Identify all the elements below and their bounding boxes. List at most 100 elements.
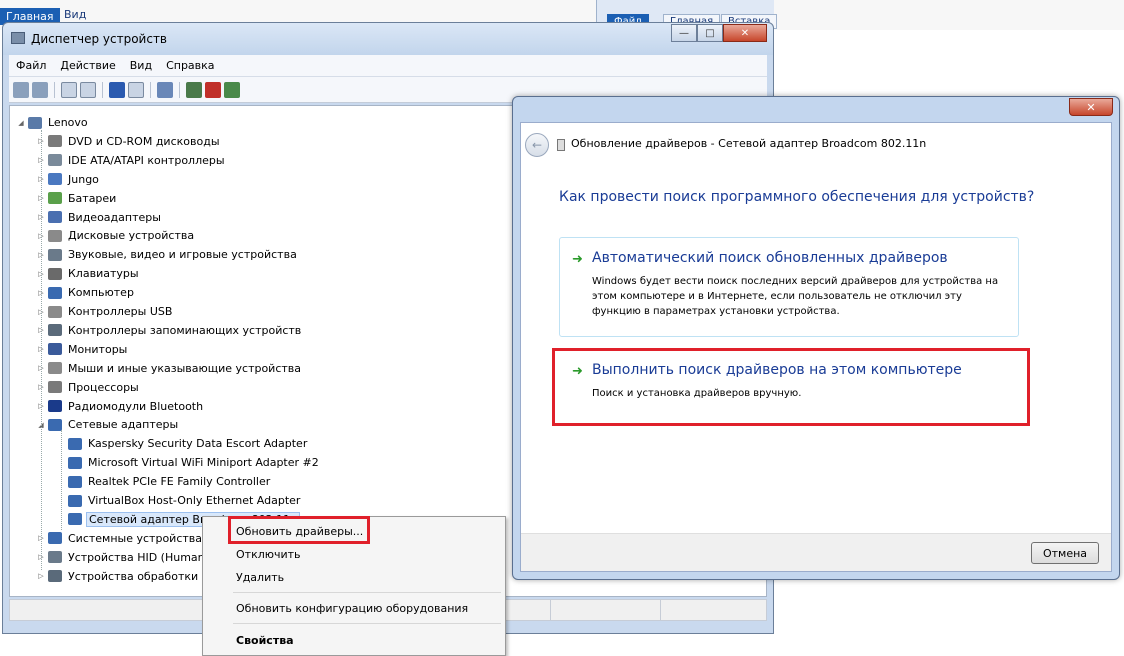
tree-item-label: Радиомодули Bluetooth <box>68 399 204 413</box>
menu-file[interactable]: Файл <box>9 59 53 72</box>
tree-item-label: Клавиатуры <box>68 267 139 281</box>
tree-category-item[interactable]: ▷ Устройства обработки из <box>36 567 217 586</box>
toolbar-separator <box>150 81 151 98</box>
tree-item-label: Jungo <box>68 172 99 186</box>
tree-category-item[interactable]: ▷ Мыши и иные указывающие устройства <box>36 359 303 378</box>
tree-category-item[interactable]: ▷ Компьютер <box>36 283 136 302</box>
maximize-button[interactable]: □ <box>697 24 723 42</box>
menu-separator <box>233 592 501 593</box>
properties-icon[interactable] <box>80 81 96 98</box>
device-category-icon <box>48 551 62 564</box>
tree-item-label: Сетевые адаптеры <box>68 418 179 432</box>
option-auto-title: Автоматический поиск обновленных драйвер… <box>592 250 948 266</box>
device-category-icon <box>48 229 62 242</box>
device-manager-titlebar[interactable]: Диспетчер устройств — □ ✕ <box>3 23 773 55</box>
device-category-icon <box>48 173 62 186</box>
tree-category-item[interactable]: ▷ Мониторы <box>36 340 129 359</box>
tree-root-computer[interactable]: ◢ Lenovo <box>16 113 90 132</box>
menu-help[interactable]: Справка <box>159 59 221 72</box>
minimize-button[interactable]: — <box>671 24 697 42</box>
dialog-body: ← Обновление драйверов - Сетевой адаптер… <box>520 122 1112 572</box>
device-category-icon <box>48 286 62 299</box>
menu-item-properties[interactable]: Свойства <box>206 629 502 651</box>
enable-icon[interactable] <box>224 81 240 98</box>
driver-update-dialog: ✕ ← Обновление драйверов - Сетевой адапт… <box>512 96 1120 580</box>
tree-category-item[interactable]: ▷ DVD и CD-ROM дисководы <box>36 132 222 151</box>
dialog-question: Как провести поиск программного обеспече… <box>559 189 1035 205</box>
menu-action[interactable]: Действие <box>53 59 122 72</box>
cancel-button[interactable]: Отмена <box>1031 542 1099 564</box>
forward-arrow-icon[interactable] <box>32 81 48 98</box>
tree-network-adapter-item[interactable]: Kaspersky Security Data Escort Adapter <box>56 434 309 453</box>
dialog-heading: Обновление драйверов - Сетевой адаптер B… <box>571 137 927 150</box>
device-category-icon <box>48 381 62 394</box>
close-button[interactable]: ✕ <box>723 24 767 42</box>
tree-item-label: Устройства HID (Human <box>68 550 205 564</box>
bg-tab-view[interactable]: Вид <box>64 8 86 21</box>
tree-category-item[interactable]: ▷ Дисковые устройства <box>36 226 196 245</box>
device-category-icon <box>48 248 62 261</box>
tree-item-label: VirtualBox Host-Only Ethernet Adapter <box>88 494 301 507</box>
device-category-icon <box>68 494 82 507</box>
tree-item-label: Компьютер <box>68 286 134 300</box>
device-category-icon <box>48 267 62 280</box>
tree-item-label: Мониторы <box>68 342 128 356</box>
device-icon <box>557 139 565 151</box>
tree-item-label: Microsoft Virtual WiFi Miniport Adapter … <box>88 456 319 470</box>
tree-category-item[interactable]: ▷ Процессоры <box>36 378 141 397</box>
help-icon[interactable] <box>109 81 125 98</box>
tree-category-item[interactable]: ▷ Системные устройства <box>36 529 204 548</box>
tree-item-label: Видеоадаптеры <box>68 210 161 224</box>
device-category-icon <box>48 343 62 356</box>
tree-category-item[interactable]: ▷ Батареи <box>36 189 118 208</box>
device-category-icon <box>28 116 42 129</box>
option-auto-desc: Windows будет вести поиск последних верс… <box>592 276 999 317</box>
device-category-icon <box>48 400 62 412</box>
tree-item-label: Дисковые устройства <box>68 229 195 243</box>
scan-hardware-icon[interactable] <box>157 81 173 98</box>
tree-network-adapter-item[interactable]: Realtek PCIe FE Family Controller <box>56 472 272 491</box>
status-cell <box>660 600 661 620</box>
menu-item-scan-hardware[interactable]: Обновить конфигурацию оборудования <box>206 597 502 619</box>
tree-item-label: Kaspersky Security Data Escort Adapter <box>88 437 308 451</box>
tree-category-item[interactable]: ◢ Сетевые адаптеры <box>36 415 180 434</box>
tree-item-label: Lenovo <box>48 116 88 129</box>
tree-category-item[interactable]: ▷ Устройства HID (Human <box>36 548 207 567</box>
dialog-footer: Отмена <box>521 533 1111 571</box>
tree-category-item[interactable]: ▷ Радиомодули Bluetooth <box>36 397 205 416</box>
option-auto-search[interactable]: ➜ Автоматический поиск обновленных драйв… <box>559 237 1019 337</box>
tree-category-item[interactable]: ▷ Jungo <box>36 170 101 189</box>
expand-arrow-icon[interactable]: ▷ <box>36 572 46 580</box>
device-category-icon <box>48 324 62 337</box>
tree-category-item[interactable]: ▷ Контроллеры USB <box>36 302 174 321</box>
tree-category-item[interactable]: ▷ Звуковые, видео и игровые устройства <box>36 245 299 264</box>
window-controls: — □ ✕ <box>671 24 767 44</box>
tree-item-label: Контроллеры запоминающих устройств <box>68 323 302 337</box>
back-arrow-icon[interactable] <box>13 81 29 98</box>
tree-category-item[interactable]: ▷ Контроллеры запоминающих устройств <box>36 321 303 340</box>
tree-network-adapter-item[interactable]: VirtualBox Host-Only Ethernet Adapter <box>56 491 302 510</box>
device-category-icon <box>48 418 62 431</box>
update-driver-icon[interactable] <box>186 81 202 98</box>
tree-item-label: IDE ATA/ATAPI контроллеры <box>68 153 225 167</box>
view-icon[interactable] <box>128 81 144 98</box>
toolbar-separator <box>54 81 55 98</box>
menu-separator <box>233 623 501 624</box>
device-category-icon <box>48 211 62 223</box>
tree-category-item[interactable]: ▷ IDE ATA/ATAPI контроллеры <box>36 151 227 170</box>
menu-view[interactable]: Вид <box>123 59 159 72</box>
tree-category-item[interactable]: ▷ Видеоадаптеры <box>36 208 163 227</box>
show-hide-tree-icon[interactable] <box>61 81 77 98</box>
back-button[interactable]: ← <box>525 133 549 157</box>
tree-network-adapter-item[interactable]: Microsoft Virtual WiFi Miniport Adapter … <box>56 453 321 472</box>
menu-item-delete[interactable]: Удалить <box>206 566 502 588</box>
menu-item-disable[interactable]: Отключить <box>206 543 502 565</box>
tree-item-label: Устройства обработки из <box>68 569 215 583</box>
tree-item-label: Realtek PCIe FE Family Controller <box>88 475 271 489</box>
tree-category-item[interactable]: ▷ Клавиатуры <box>36 264 141 283</box>
device-category-icon <box>48 305 62 318</box>
dialog-close-button[interactable]: ✕ <box>1069 98 1113 116</box>
collapse-arrow-icon[interactable]: ◢ <box>16 119 26 127</box>
device-category-icon <box>48 135 62 148</box>
uninstall-icon[interactable] <box>205 81 221 98</box>
